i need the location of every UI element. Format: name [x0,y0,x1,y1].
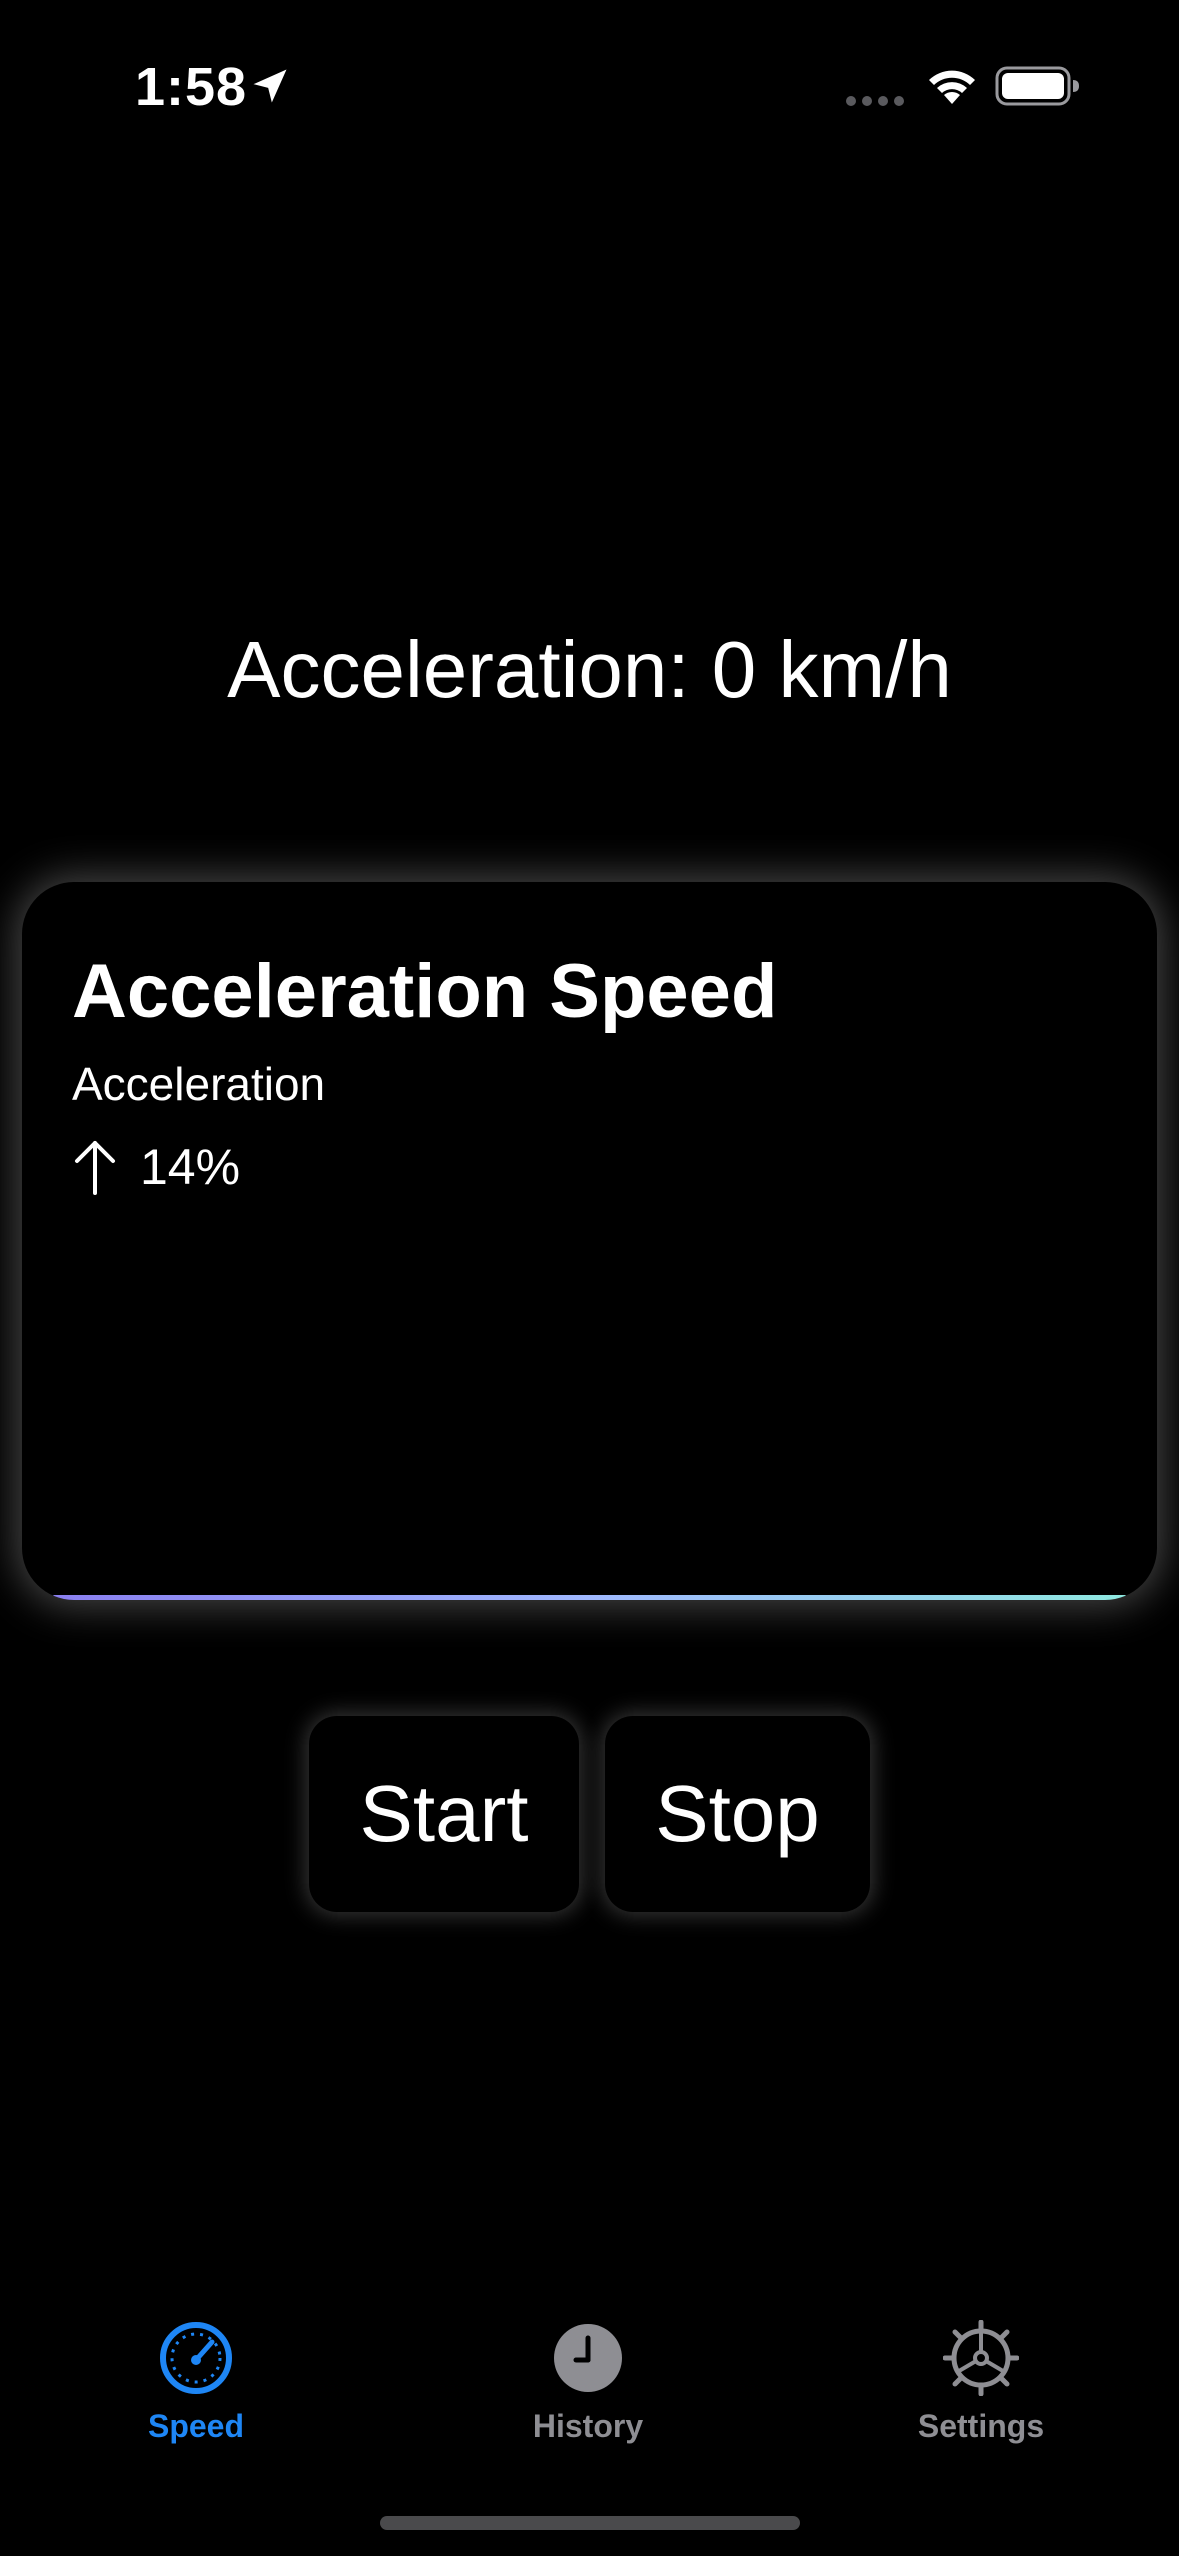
clock-icon [554,2324,622,2392]
signal-dots-icon [846,96,904,106]
tab-history[interactable]: History [478,2320,698,2460]
tab-settings[interactable]: Settings [871,2320,1091,2460]
tab-speed[interactable]: Speed [86,2320,306,2460]
speedometer-icon [160,2322,232,2394]
app-screen: 1:58 Acceleration: 0 km/h Acceleration S… [0,0,1179,2556]
arrow-up-icon [75,1141,115,1195]
acceleration-readout: Acceleration: 0 km/h [227,625,952,714]
card-metric: 14% [72,1132,240,1202]
stop-button[interactable]: Stop [605,1716,870,1912]
card-label: Acceleration [72,1058,326,1110]
acceleration-card: Acceleration Speed Acceleration 14% [22,882,1157,1600]
tab-settings-label: Settings [917,2408,1045,2444]
gear-icon [943,2320,1019,2396]
location-arrow-icon [253,69,287,103]
tab-speed-label: Speed [147,2408,245,2444]
card-title: Acceleration Speed [72,949,778,1034]
status-bar: 1:58 [0,0,1179,160]
status-time: 1:58 [135,57,248,117]
tab-history-label: History [532,2408,644,2444]
metric-value: 14% [140,1139,241,1195]
wifi-icon [929,70,975,104]
battery-icon [995,66,1079,106]
card-accent-line [52,1595,1127,1600]
home-indicator[interactable] [380,2516,800,2530]
tab-bar: Speed History Settings [0,2300,1179,2460]
start-button[interactable]: Start [309,1716,579,1912]
